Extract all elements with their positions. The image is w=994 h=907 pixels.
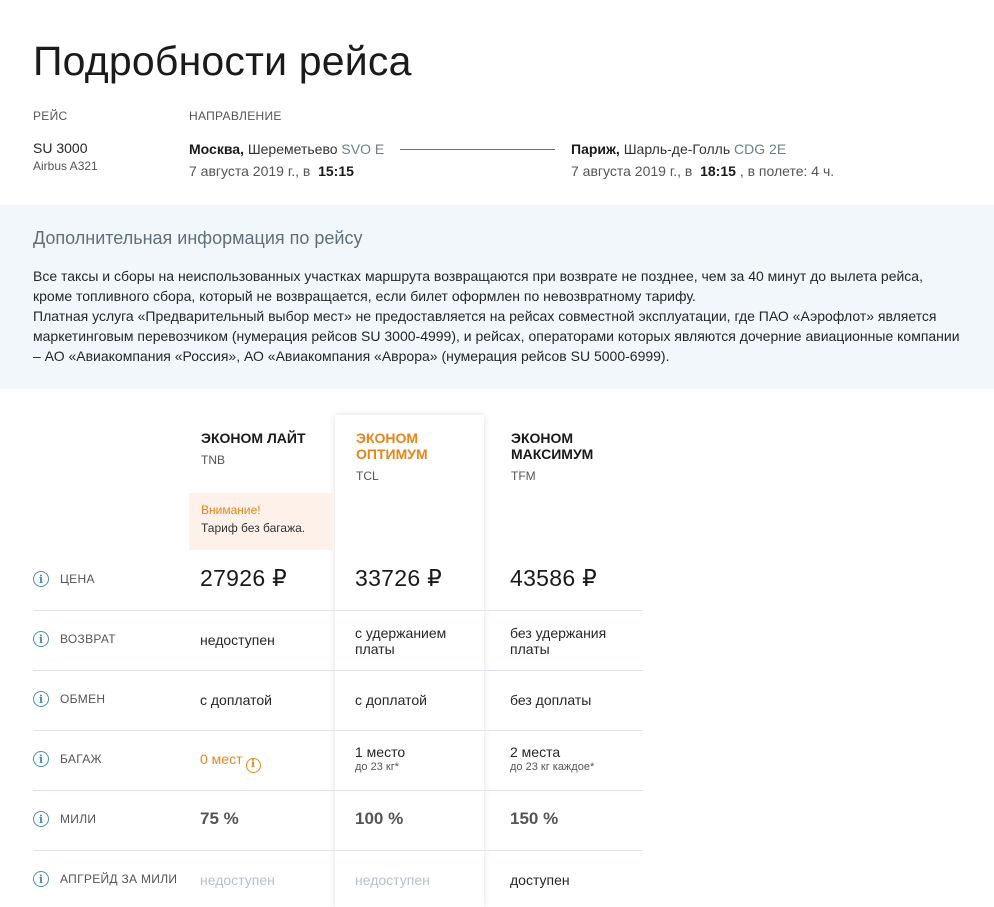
additional-info-title: Дополнительная информация по рейсу bbox=[33, 228, 363, 248]
row-label-text: ОБМЕН bbox=[60, 692, 106, 706]
info-icon[interactable]: i bbox=[33, 811, 49, 827]
baggage-value: 1 место bbox=[355, 744, 406, 760]
row-label-miles: i МИЛИ bbox=[33, 809, 96, 829]
tariff-name: ЭКОНОМ МАКСИМУМ bbox=[511, 430, 594, 462]
row-label-upgrade: i АПГРЕЙД ЗА МИЛИ bbox=[33, 869, 177, 889]
price-cell: 27926 ₽ bbox=[200, 565, 288, 591]
arrival-airport: Шарль-де-Голль bbox=[623, 141, 731, 157]
miles-cell: 75 % bbox=[200, 809, 239, 828]
arrival-date: 7 августа 2019 г., в bbox=[571, 163, 693, 179]
upgrade-cell: доступен bbox=[510, 872, 570, 888]
page-title: Подробности рейса bbox=[33, 38, 412, 84]
info-icon[interactable]: i bbox=[33, 691, 49, 707]
row-divider bbox=[33, 610, 643, 611]
row-label-baggage: i БАГАЖ bbox=[33, 749, 102, 769]
baggage-cell: 1 место до 23 кг* bbox=[355, 744, 405, 774]
departure-datetime: 7 августа 2019 г., в 15:15 bbox=[189, 163, 354, 179]
row-divider bbox=[33, 850, 643, 851]
upgrade-cell: недоступен bbox=[200, 872, 275, 888]
info-icon[interactable]: i bbox=[33, 571, 49, 587]
tariff-header-econom-lite[interactable]: ЭКОНОМ ЛАЙТ TNB bbox=[201, 430, 331, 467]
baggage-weight: до 23 кг* bbox=[355, 761, 399, 773]
arrival-city: Париж, bbox=[571, 141, 620, 157]
row-label-refund: i ВОЗВРАТ bbox=[33, 629, 116, 649]
departure-date: 7 августа 2019 г., в bbox=[189, 163, 311, 179]
warning-title: Внимание! bbox=[201, 503, 261, 517]
route-caption: НАПРАВЛЕНИЕ bbox=[189, 109, 282, 123]
additional-info-text: Все таксы и сборы на неиспользованных уч… bbox=[33, 266, 963, 366]
departure-airport: Шереметьево bbox=[247, 141, 338, 157]
refund-cell: с удержанием платы bbox=[355, 625, 447, 657]
info-icon[interactable]: i bbox=[33, 631, 49, 647]
info-icon[interactable]: i bbox=[33, 751, 49, 767]
price-cell: 43586 ₽ bbox=[510, 565, 598, 591]
row-label-text: ЦЕНА bbox=[60, 572, 95, 586]
refund-cell: недоступен bbox=[200, 632, 275, 648]
baggage-info-icon[interactable]: i bbox=[245, 757, 261, 773]
flight-duration: , в полете: 4 ч. bbox=[739, 163, 835, 179]
miles-cell: 150 % bbox=[510, 809, 559, 828]
flight-number: SU 3000 bbox=[33, 140, 88, 156]
arrival-code: CDG 2E bbox=[734, 141, 787, 157]
arrival-location: Париж, Шарль-де-Голль CDG 2E bbox=[571, 141, 786, 157]
departure-code: SVO E bbox=[341, 141, 385, 157]
tariff-header-econom-maximum[interactable]: ЭКОНОМ МАКСИМУМ TFM bbox=[511, 430, 641, 483]
row-divider bbox=[33, 670, 643, 671]
tariff-name: ЭКОНОМ ОПТИМУМ bbox=[356, 430, 428, 462]
row-label-price: i ЦЕНА bbox=[33, 569, 95, 589]
row-divider bbox=[33, 790, 643, 791]
row-label-text: ВОЗВРАТ bbox=[60, 632, 116, 646]
baggage-weight: до 23 кг каждое* bbox=[510, 761, 595, 773]
departure-location: Москва, Шереметьево SVO E bbox=[189, 141, 384, 157]
departure-time: 15:15 bbox=[318, 163, 354, 179]
no-baggage-warning: Внимание! Тариф без багажа. bbox=[189, 493, 333, 550]
tariff-code: TCL bbox=[356, 469, 379, 483]
highlighted-tariff-column[interactable] bbox=[335, 415, 484, 907]
miles-cell: 100 % bbox=[355, 809, 404, 828]
tariff-code: TNB bbox=[201, 453, 225, 467]
aircraft-type: Airbus A321 bbox=[33, 159, 98, 173]
arrival-datetime: 7 августа 2019 г., в 18:15 , в полете: 4… bbox=[571, 163, 834, 179]
row-label-text: МИЛИ bbox=[60, 812, 97, 826]
flight-caption: РЕЙС bbox=[33, 109, 68, 123]
row-divider bbox=[33, 730, 643, 731]
row-label-text: АПГРЕЙД ЗА МИЛИ bbox=[60, 872, 178, 886]
upgrade-cell: недоступен bbox=[355, 872, 430, 888]
refund-cell: без удержания платы bbox=[510, 625, 607, 657]
departure-city: Москва, bbox=[189, 141, 244, 157]
exchange-cell: без доплаты bbox=[510, 692, 592, 708]
arrival-time: 18:15 bbox=[700, 163, 736, 179]
exchange-cell: с доплатой bbox=[200, 692, 272, 708]
baggage-cell: 0 мест i bbox=[200, 751, 261, 773]
tariff-name: ЭКОНОМ ЛАЙТ bbox=[201, 430, 306, 446]
exchange-cell: с доплатой bbox=[355, 692, 427, 708]
baggage-value: 2 места bbox=[510, 744, 561, 760]
warning-text: Тариф без багажа. bbox=[201, 521, 306, 535]
row-label-text: БАГАЖ bbox=[60, 752, 102, 766]
route-line bbox=[400, 149, 555, 150]
info-paragraph: Все таксы и сборы на неиспользованных уч… bbox=[33, 268, 923, 304]
baggage-value: 0 мест bbox=[200, 751, 243, 767]
tariff-code: TFM bbox=[511, 469, 536, 483]
price-cell: 33726 ₽ bbox=[355, 565, 443, 591]
info-paragraph: Платная услуга «Предварительный выбор ме… bbox=[33, 308, 960, 364]
tariff-header-econom-optimum[interactable]: ЭКОНОМ ОПТИМУМ TCL bbox=[356, 430, 486, 483]
row-label-exchange: i ОБМЕН bbox=[33, 689, 105, 709]
baggage-cell: 2 места до 23 кг каждое* bbox=[510, 744, 594, 774]
info-icon[interactable]: i bbox=[33, 871, 49, 887]
